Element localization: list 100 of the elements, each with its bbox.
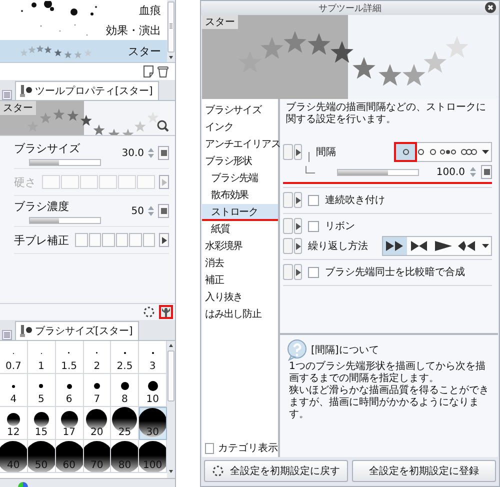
brush-list-item[interactable]: スター xyxy=(0,40,167,62)
setting-label: ブラシ濃度 xyxy=(14,198,70,214)
triangle-icon xyxy=(296,268,300,276)
setting-value: 30.0 xyxy=(122,148,144,158)
toggle-button[interactable] xyxy=(283,238,293,254)
category-item[interactable]: アンチエイリアス xyxy=(202,136,278,153)
category-item[interactable]: 紙質 xyxy=(202,221,278,238)
category-item[interactable]: インク xyxy=(202,119,278,136)
slider[interactable] xyxy=(337,168,419,176)
brush-size-item[interactable]: 17 xyxy=(56,407,84,440)
option-button[interactable] xyxy=(158,204,169,218)
brush-size-item[interactable]: 25 xyxy=(111,407,140,440)
brush-dot-icon xyxy=(34,412,49,426)
category-item[interactable]: 補正 xyxy=(202,272,278,289)
toggle-button[interactable] xyxy=(283,144,293,160)
triangle-icon xyxy=(296,242,300,250)
settings-button[interactable] xyxy=(159,305,173,319)
checkbox[interactable] xyxy=(308,220,319,232)
category-item[interactable]: ブラシサイズ xyxy=(202,102,278,119)
caret-icon xyxy=(482,150,488,154)
brush-size-item[interactable]: 12 xyxy=(0,407,28,440)
triangle-icon xyxy=(162,236,166,244)
category-item[interactable]: ブラシ形状 xyxy=(202,153,278,170)
brush-size-item[interactable]: 0.7 xyxy=(0,341,28,374)
brush-size-item[interactable]: 1 xyxy=(28,341,56,374)
category-item[interactable]: 消去 xyxy=(202,255,278,272)
brush-size-item[interactable]: 1.5 xyxy=(56,341,84,374)
setting-label: 手ブレ補正 xyxy=(14,232,69,248)
category-item[interactable]: ブラシ先端 xyxy=(202,170,278,187)
slider-fill[interactable] xyxy=(30,160,60,164)
interval-option[interactable] xyxy=(395,143,416,161)
brush-dot-icon xyxy=(6,412,20,426)
brush-size-item[interactable]: 30 xyxy=(139,407,167,440)
checkbox[interactable] xyxy=(205,442,214,454)
repeat-option[interactable] xyxy=(383,237,407,255)
tool-property-tab[interactable]: ツールプロパティ[スター] xyxy=(15,81,159,100)
magnifier-icon[interactable] xyxy=(157,120,169,132)
brush-size-item[interactable]: 2 xyxy=(84,341,112,374)
description-text: ブラシ先端の描画間隔などの、ストロークに関する設定を行います。 xyxy=(285,100,487,127)
brush-dot-icon xyxy=(66,384,72,388)
register-button[interactable]: 全設定を初期設定に登録 xyxy=(352,460,496,482)
square-icon xyxy=(160,150,166,156)
reset-button[interactable]: 全設定を初期設定に戻す xyxy=(204,460,348,482)
slider[interactable] xyxy=(29,158,101,166)
category-item[interactable]: 水彩境界 xyxy=(202,238,278,255)
triangle-icon xyxy=(296,148,300,156)
brush-size-item[interactable]: 4 xyxy=(0,374,28,407)
pen-icon xyxy=(19,324,33,338)
expand-button[interactable] xyxy=(294,218,302,234)
brush-size-tab[interactable]: ブラシサイズ[スター] xyxy=(15,321,139,340)
triangles-icon xyxy=(432,239,454,253)
brush-list-item[interactable]: 効果・演出 xyxy=(0,20,167,40)
help-text: 1つのブラシ先端形状を描画してから次を描画するまでの間隔を指定します。 xyxy=(288,361,486,384)
brush-size-item[interactable]: 15 xyxy=(28,407,56,440)
expand-button[interactable] xyxy=(294,144,302,160)
checkbox[interactable] xyxy=(308,194,319,206)
category-item[interactable]: 散布効果 xyxy=(202,187,278,204)
brush-size-item[interactable]: 20 xyxy=(84,407,112,440)
setting-value: 100.0 xyxy=(436,166,465,178)
expand-button[interactable] xyxy=(159,233,169,247)
toggle-button[interactable] xyxy=(283,264,293,280)
caret-icon xyxy=(482,244,488,248)
checkbox-label: カテゴリ表示 xyxy=(218,442,278,455)
triangle-icon xyxy=(162,178,166,186)
category-item[interactable]: 入り抜き xyxy=(202,289,278,306)
category-item[interactable]: ストローク xyxy=(202,204,278,221)
option-button[interactable] xyxy=(481,165,492,179)
pen-icon xyxy=(19,84,33,98)
checkbox[interactable] xyxy=(308,266,319,278)
triangle-icon xyxy=(296,222,300,230)
circles-icon xyxy=(440,149,456,155)
color-wheel-icon xyxy=(18,481,28,487)
brush-dot-icon xyxy=(94,383,100,389)
brush-dot-icon xyxy=(120,382,129,390)
expand-button[interactable] xyxy=(294,192,302,208)
brush-size-item[interactable]: 7 xyxy=(84,374,112,407)
expand-button[interactable] xyxy=(294,238,302,254)
help-text: 狭いほど滑らかな描画品質を得ることができますが、描画に時間がかかるようになります。 xyxy=(288,385,490,421)
triangles-icon xyxy=(408,239,430,253)
brush-dot-icon xyxy=(148,381,158,391)
brush-size-item[interactable]: 2.5 xyxy=(111,341,140,374)
brush-size-item[interactable]: 6 xyxy=(56,374,84,407)
option-button[interactable] xyxy=(158,146,169,160)
slider-fill[interactable] xyxy=(338,170,388,174)
brush-list-item[interactable]: 血痕 xyxy=(0,0,167,20)
brush-size-item[interactable]: 5 xyxy=(28,374,56,407)
brush-dot-icon xyxy=(12,384,15,388)
close-icon[interactable] xyxy=(485,2,496,13)
window-title: サブツール詳細 xyxy=(318,2,382,14)
brush-size-item[interactable]: 8 xyxy=(111,374,140,407)
expand-button[interactable] xyxy=(294,264,302,280)
triangle-icon xyxy=(296,196,300,204)
toggle-button[interactable] xyxy=(283,192,293,208)
square-icon xyxy=(484,169,490,175)
slider[interactable] xyxy=(29,216,101,224)
setting-label: 間隔 xyxy=(316,146,337,159)
toggle-button[interactable] xyxy=(283,218,293,234)
slider-fill[interactable] xyxy=(30,218,60,222)
checkbox-label: 連続吹き付け xyxy=(325,194,385,207)
category-item[interactable]: はみ出し防止 xyxy=(202,306,278,323)
